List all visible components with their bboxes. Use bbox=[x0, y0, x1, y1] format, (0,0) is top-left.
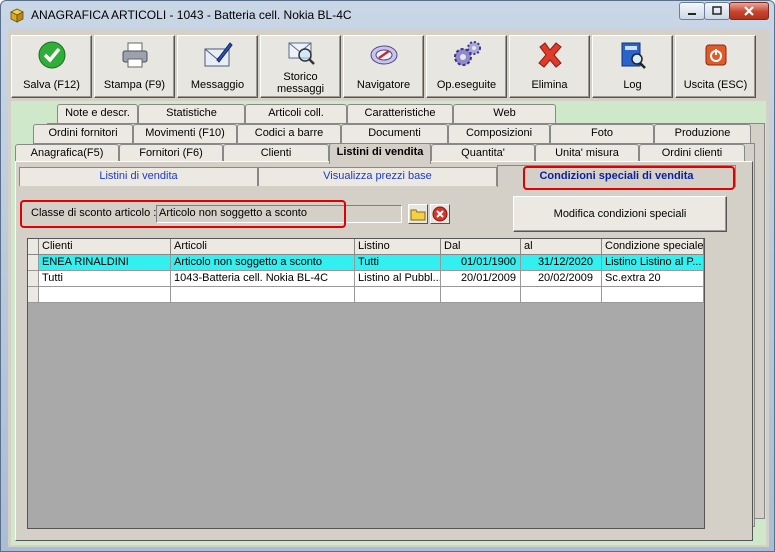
message-button[interactable]: Messaggio bbox=[177, 35, 258, 98]
tab-codici-a-barre[interactable]: Codici a barre bbox=[237, 124, 341, 143]
print-button[interactable]: Stampa (F9) bbox=[94, 35, 175, 98]
navigator-button-label: Navigatore bbox=[356, 79, 411, 91]
row-indicator bbox=[28, 255, 39, 271]
cell-al[interactable]: 31/12/2020 bbox=[521, 255, 602, 271]
tab-web[interactable]: Web bbox=[453, 104, 556, 123]
tab-produzione[interactable]: Produzione bbox=[654, 124, 751, 143]
table-row[interactable]: ENEA RINALDINI Articolo non soggetto a s… bbox=[28, 255, 704, 271]
open-folder-button[interactable] bbox=[408, 204, 428, 224]
check-icon bbox=[38, 41, 66, 69]
cell-condizione-speciale[interactable]: Listino Listino al P... bbox=[602, 255, 704, 271]
log-button[interactable]: Log bbox=[592, 35, 673, 98]
cell-al[interactable] bbox=[521, 287, 602, 303]
row-indicator bbox=[28, 239, 39, 255]
discount-class-label: Classe di sconto articolo : bbox=[31, 207, 157, 219]
column-header-articoli[interactable]: Articoli bbox=[171, 239, 355, 255]
cell-listino[interactable]: Tutti bbox=[355, 255, 441, 271]
delete-button[interactable]: Elimina bbox=[509, 35, 590, 98]
tab-listini-di-vendita[interactable]: Listini di vendita bbox=[329, 143, 431, 164]
table-row[interactable]: Tutti 1043-Batteria cell. Nokia BL-4C Li… bbox=[28, 271, 704, 287]
envelope-pen-icon bbox=[204, 42, 233, 67]
client-area: Salva (F12) Stampa (F9) Messaggio Storic… bbox=[8, 29, 769, 547]
message-button-label: Messaggio bbox=[190, 79, 245, 91]
cell-dal[interactable] bbox=[441, 287, 521, 303]
navigator-button[interactable]: Navigatore bbox=[343, 35, 424, 98]
exit-button-label: Uscita (ESC) bbox=[683, 79, 748, 91]
cell-listino[interactable]: Listino al Pubbl... bbox=[355, 271, 441, 287]
save-button-label: Salva (F12) bbox=[23, 79, 80, 91]
delete-button-label: Elimina bbox=[531, 79, 568, 91]
modify-special-conditions-button[interactable]: Modifica condizioni speciali bbox=[513, 196, 727, 232]
log-button-label: Log bbox=[623, 79, 642, 91]
grid-header-row: Clienti Articoli Listino Dal al Condizio… bbox=[28, 239, 704, 255]
close-button[interactable] bbox=[729, 2, 769, 20]
tab-articoli-coll[interactable]: Articoli coll. bbox=[245, 104, 347, 123]
printer-icon bbox=[122, 42, 148, 68]
package-icon bbox=[10, 8, 24, 23]
tab-foto[interactable]: Foto bbox=[550, 124, 654, 143]
cell-dal[interactable]: 20/01/2009 bbox=[441, 271, 521, 287]
exit-icon bbox=[705, 44, 727, 66]
tab-composizioni[interactable]: Composizioni bbox=[448, 124, 550, 143]
gears-icon bbox=[454, 41, 481, 66]
message-history-button-label: Storico messaggi bbox=[276, 71, 325, 95]
cell-clienti[interactable]: Tutti bbox=[39, 271, 171, 287]
tab-statistiche[interactable]: Statistiche bbox=[138, 104, 245, 123]
red-x-icon bbox=[538, 42, 562, 68]
cell-condizione-speciale[interactable]: Sc.extra 20 bbox=[602, 271, 704, 287]
cell-clienti[interactable] bbox=[39, 287, 171, 303]
toolbar: Salva (F12) Stampa (F9) Messaggio Storic… bbox=[11, 32, 768, 98]
tab-note-descr[interactable]: Note e descr. bbox=[57, 104, 138, 123]
special-conditions-grid: Clienti Articoli Listino Dal al Condizio… bbox=[27, 238, 705, 529]
tab-caratteristiche[interactable]: Caratteristiche bbox=[347, 104, 453, 123]
minimize-button[interactable] bbox=[679, 2, 705, 20]
application-window: ANAGRAFICA ARTICOLI - 1043 - Batteria ce… bbox=[0, 0, 775, 552]
save-button[interactable]: Salva (F12) bbox=[11, 35, 92, 98]
executed-operations-button[interactable]: Op.eseguite bbox=[426, 35, 507, 98]
exit-button[interactable]: Uscita (ESC) bbox=[675, 35, 756, 98]
mail-search-icon bbox=[288, 42, 315, 65]
folder-icon bbox=[410, 209, 426, 221]
tab-movimenti[interactable]: Movimenti (F10) bbox=[133, 124, 237, 143]
print-button-label: Stampa (F9) bbox=[103, 79, 166, 91]
row-indicator bbox=[28, 287, 39, 303]
cell-articoli[interactable] bbox=[171, 287, 355, 303]
window-title: ANAGRAFICA ARTICOLI - 1043 - Batteria ce… bbox=[31, 8, 352, 22]
clear-button[interactable] bbox=[430, 204, 450, 224]
maximize-button[interactable] bbox=[704, 2, 730, 20]
table-row[interactable] bbox=[28, 287, 704, 303]
subtab-condizioni-speciali[interactable]: Condizioni speciali di vendita bbox=[497, 165, 736, 187]
book-search-icon bbox=[621, 42, 646, 69]
cell-articoli[interactable]: Articolo non soggetto a sconto bbox=[171, 255, 355, 271]
cell-al[interactable]: 20/02/2009 bbox=[521, 271, 602, 287]
cell-condizione-speciale[interactable] bbox=[602, 287, 704, 303]
executed-operations-button-label: Op.eseguite bbox=[436, 79, 497, 91]
close-icon bbox=[744, 6, 754, 16]
message-history-button[interactable]: Storico messaggi bbox=[260, 35, 341, 98]
cell-dal[interactable]: 01/01/1900 bbox=[441, 255, 521, 271]
row-indicator bbox=[28, 271, 39, 287]
maximize-icon bbox=[712, 6, 722, 15]
minimize-icon bbox=[688, 13, 696, 15]
tab-documenti[interactable]: Documenti bbox=[341, 124, 448, 143]
column-header-al[interactable]: al bbox=[521, 239, 602, 255]
column-header-clienti[interactable]: Clienti bbox=[39, 239, 171, 255]
discount-class-field[interactable]: Articolo non soggetto a sconto bbox=[156, 205, 402, 223]
subtab-listini-di-vendita[interactable]: Listini di vendita bbox=[19, 167, 258, 186]
subtab-visualizza-prezzi-base[interactable]: Visualizza prezzi base bbox=[258, 167, 497, 186]
cell-articoli[interactable]: 1043-Batteria cell. Nokia BL-4C bbox=[171, 271, 355, 287]
column-header-condizione-speciale[interactable]: Condizione speciale bbox=[602, 239, 704, 255]
cell-clienti[interactable]: ENEA RINALDINI bbox=[39, 255, 171, 271]
clear-icon bbox=[432, 206, 448, 222]
compass-icon bbox=[370, 45, 398, 65]
cell-listino[interactable] bbox=[355, 287, 441, 303]
title-bar[interactable]: ANAGRAFICA ARTICOLI - 1043 - Batteria ce… bbox=[1, 1, 774, 29]
column-header-dal[interactable]: Dal bbox=[441, 239, 521, 255]
column-header-listino[interactable]: Listino bbox=[355, 239, 441, 255]
tab-ordini-fornitori[interactable]: Ordini fornitori bbox=[33, 124, 133, 143]
